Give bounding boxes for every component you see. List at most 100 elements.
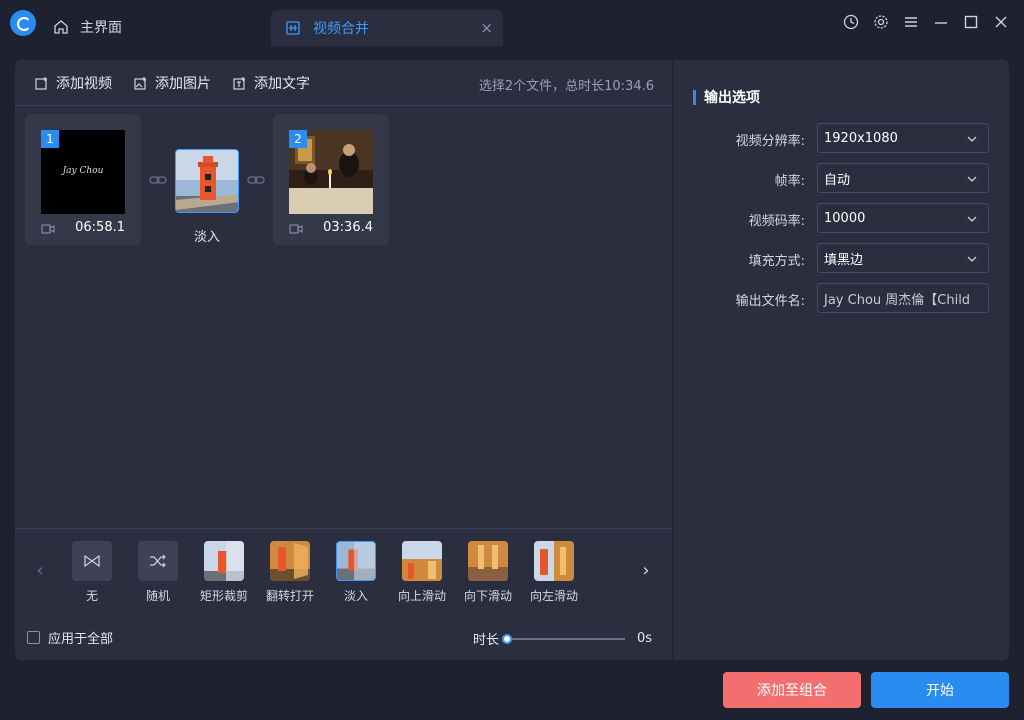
effect-label: 向上滑动 xyxy=(397,589,446,603)
chevron-down-icon xyxy=(967,216,977,222)
effect-label: 淡入 xyxy=(343,589,368,603)
apply-all-checkbox[interactable]: 应用于全部 xyxy=(27,628,113,647)
clip-duration: 06:58.1 xyxy=(75,220,125,235)
effect-preview-image xyxy=(270,541,310,581)
fill-mode-row: 填充方式: 填黑边 xyxy=(673,243,1009,273)
link-icon xyxy=(149,176,167,184)
add-image-icon xyxy=(134,76,146,90)
title-bar: 主界面 视频合并 × xyxy=(0,0,1024,46)
tab-close-icon[interactable]: × xyxy=(480,19,493,37)
duration-slider[interactable] xyxy=(502,633,626,644)
effect-slide-down[interactable]: 向下滑动 xyxy=(463,541,513,604)
output-title: 输出选项 xyxy=(693,87,760,107)
close-window-icon[interactable] xyxy=(992,12,1010,32)
add-video-label: 添加视频 xyxy=(56,75,112,92)
fill-mode-value: 填黑边 xyxy=(824,252,864,268)
bitrate-row: 视频码率: 10000 xyxy=(673,203,1009,233)
effect-preview-image xyxy=(204,541,244,581)
bitrate-value: 10000 xyxy=(824,210,866,226)
fps-select[interactable]: 自动 xyxy=(817,163,989,193)
app-logo-icon xyxy=(10,10,36,36)
effect-preview-image xyxy=(336,541,376,581)
effect-label: 随机 xyxy=(145,589,170,603)
divider xyxy=(15,528,672,529)
chevron-down-icon xyxy=(967,256,977,262)
video-camera-icon xyxy=(41,224,55,234)
add-text-button[interactable]: 添加文字 xyxy=(233,73,310,93)
effect-rect-crop[interactable]: 矩形裁剪 xyxy=(199,541,249,604)
effect-preview-image xyxy=(534,541,574,581)
effect-none[interactable]: 无 xyxy=(67,541,117,604)
duration-control: 时长 0s xyxy=(473,629,652,648)
effect-random[interactable]: 随机 xyxy=(133,541,183,604)
output-title-label: 输出选项 xyxy=(704,90,760,106)
duration-label: 时长 xyxy=(473,633,500,648)
minimize-icon[interactable] xyxy=(932,12,950,32)
effect-label: 矩形裁剪 xyxy=(199,589,248,603)
add-image-label: 添加图片 xyxy=(155,75,211,92)
video-clip-card[interactable]: 1 Jay Chou 06:58.1 xyxy=(25,114,141,245)
filename-label: 输出文件名: xyxy=(735,294,805,309)
bitrate-label: 视频码率: xyxy=(748,214,805,229)
merge-icon xyxy=(286,21,300,35)
maximize-icon[interactable] xyxy=(962,12,980,32)
effect-preview-image xyxy=(402,541,442,581)
prev-effects-icon[interactable]: ‹ xyxy=(33,560,47,581)
transition-label: 淡入 xyxy=(193,230,220,245)
add-video-button[interactable]: 添加视频 xyxy=(35,73,112,93)
history-icon[interactable] xyxy=(842,12,860,32)
home-icon xyxy=(54,20,68,34)
fps-value: 自动 xyxy=(824,172,851,188)
effect-preview-image xyxy=(468,541,508,581)
resolution-row: 视频分辨率: 1920x1080 xyxy=(673,123,1009,153)
chevron-down-icon xyxy=(967,176,977,182)
clip-number-badge: 1 xyxy=(41,130,59,148)
tab-home[interactable]: 主界面 xyxy=(52,10,122,44)
chevron-down-icon xyxy=(967,136,977,142)
lighthouse-image xyxy=(176,150,238,212)
video-clip-card[interactable]: 2 03:36.4 xyxy=(273,114,389,245)
transition-thumbnail[interactable] xyxy=(175,149,239,213)
resolution-select[interactable]: 1920x1080 xyxy=(817,123,989,153)
duration-value: 0s xyxy=(637,631,653,646)
resolution-value: 1920x1080 xyxy=(824,130,898,146)
window-controls xyxy=(842,12,1010,32)
effect-fade-in[interactable]: 淡入 xyxy=(331,541,381,604)
add-text-label: 添加文字 xyxy=(254,75,310,92)
effect-slide-up[interactable]: 向上滑动 xyxy=(397,541,447,604)
effect-label: 翻转打开 xyxy=(265,589,314,603)
title-accent-bar xyxy=(693,89,696,105)
next-effects-icon[interactable]: › xyxy=(639,560,653,581)
filename-row: 输出文件名: Jay Chou 周杰倫【Child xyxy=(673,283,1009,313)
effect-flip-open[interactable]: 翻转打开 xyxy=(265,541,315,604)
add-to-combo-button[interactable]: 添加至组合 xyxy=(723,672,861,708)
tab-video-merge-label: 视频合并 xyxy=(313,21,369,37)
tab-home-label: 主界面 xyxy=(80,20,122,36)
clip-number-badge: 2 xyxy=(289,130,307,148)
fps-row: 帧率: 自动 xyxy=(673,163,1009,193)
toolbar: 添加视频 添加图片 添加文字 选择2个文件，总时长10:34.6 xyxy=(15,60,672,106)
checkbox-icon[interactable] xyxy=(27,631,40,644)
effect-slide-left[interactable]: 向左滑动 xyxy=(529,541,579,604)
thumbnail-text: Jay Chou xyxy=(62,166,104,176)
video-camera-icon xyxy=(289,224,303,234)
add-video-icon xyxy=(35,76,47,90)
clip-duration: 03:36.4 xyxy=(323,220,373,235)
filename-input[interactable]: Jay Chou 周杰倫【Child xyxy=(817,283,989,313)
settings-icon[interactable] xyxy=(872,12,890,32)
slider-handle[interactable] xyxy=(502,633,513,644)
resolution-label: 视频分辨率: xyxy=(735,134,805,149)
bitrate-select[interactable]: 10000 xyxy=(817,203,989,233)
tab-video-merge[interactable]: 视频合并 × xyxy=(271,10,503,46)
add-image-button[interactable]: 添加图片 xyxy=(134,73,211,93)
shuffle-icon xyxy=(138,541,178,581)
link-icon xyxy=(247,176,265,184)
effect-label: 无 xyxy=(85,589,98,603)
menu-icon[interactable] xyxy=(902,12,920,32)
start-button[interactable]: 开始 xyxy=(871,672,1009,708)
fps-label: 帧率: xyxy=(774,174,805,189)
apply-all-label: 应用于全部 xyxy=(48,632,114,647)
fill-mode-select[interactable]: 填黑边 xyxy=(817,243,989,273)
add-text-icon xyxy=(233,76,245,90)
effect-label: 向下滑动 xyxy=(463,589,512,603)
